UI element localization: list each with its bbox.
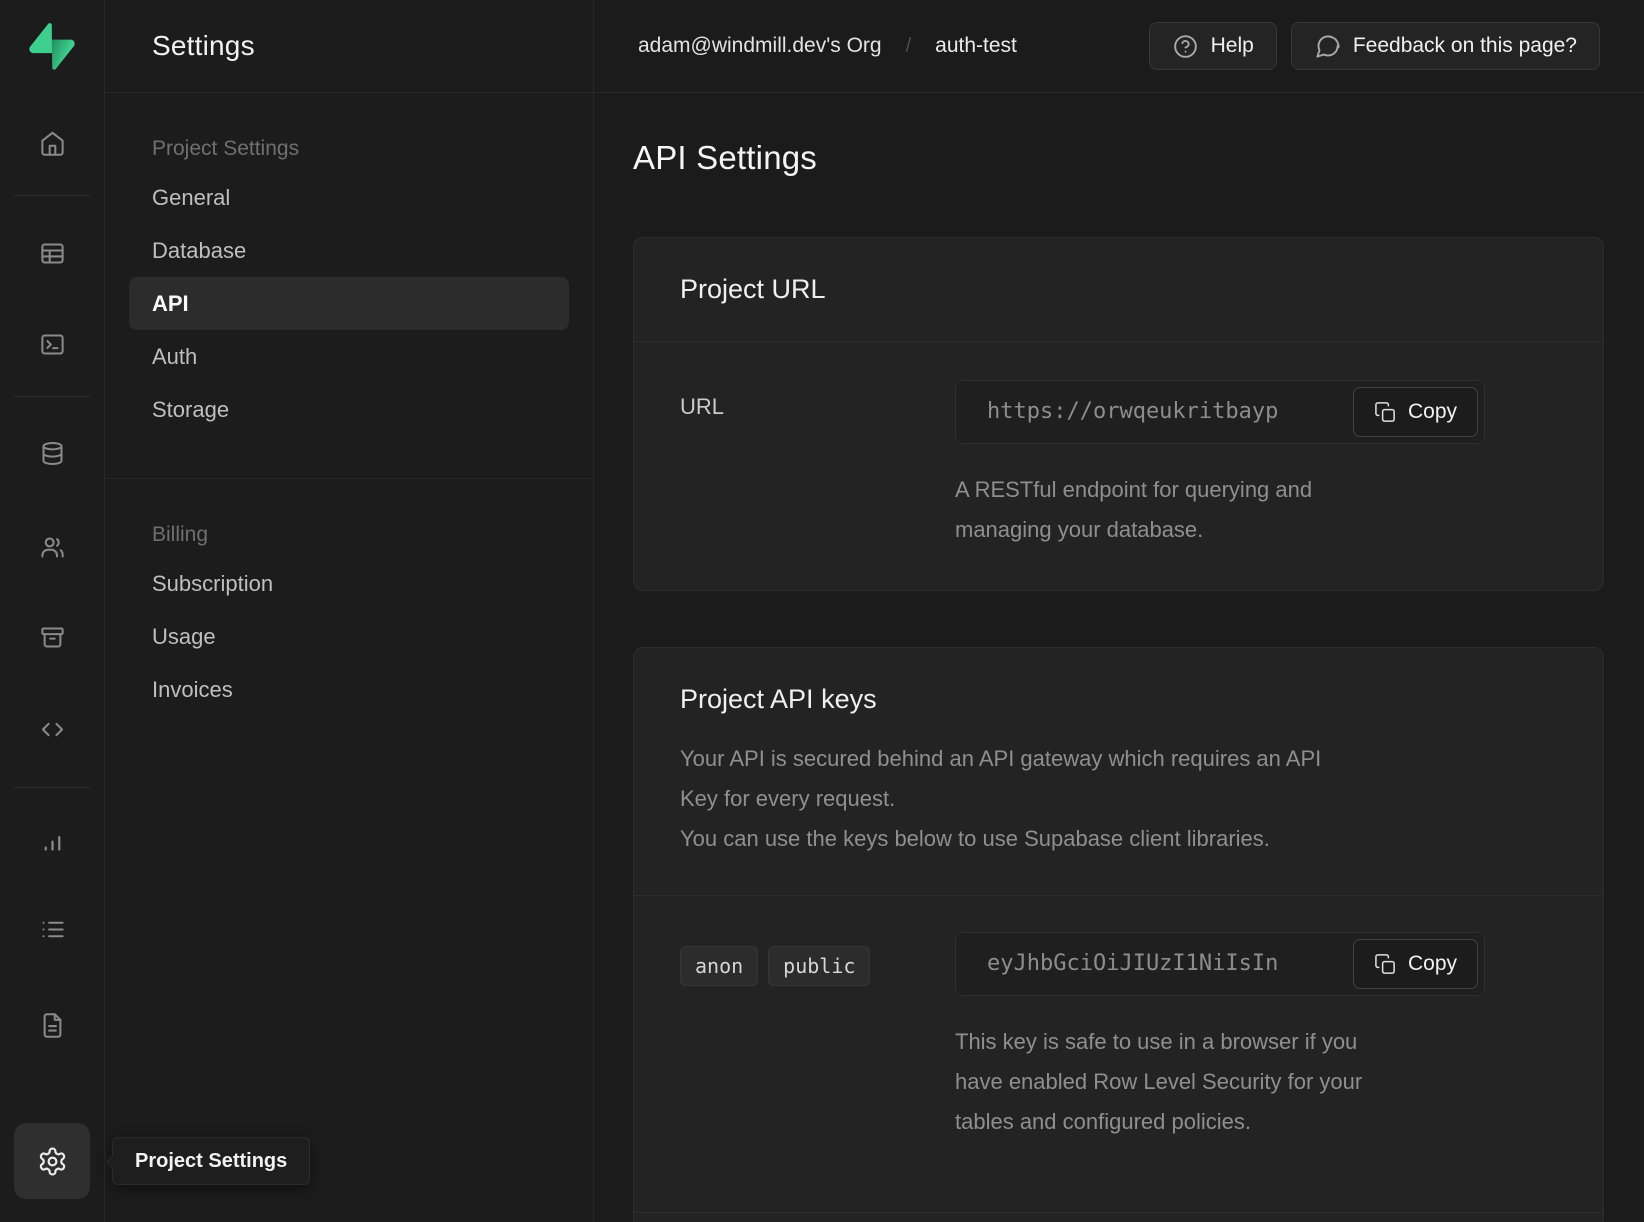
sidebar-divider <box>14 195 90 196</box>
api-keys-card-title: Project API keys <box>680 684 1557 715</box>
supabase-logo[interactable] <box>0 0 104 93</box>
database-icon <box>39 440 66 467</box>
app-window: Project Settings Settings Project Settin… <box>0 0 1644 1222</box>
settings-nav-panel: Settings Project Settings General Databa… <box>105 0 594 1222</box>
nav-item-invoices[interactable]: Invoices <box>129 663 569 716</box>
anon-key-badges: anon public <box>680 946 955 986</box>
sidebar-project-settings-button[interactable] <box>14 1123 90 1199</box>
breadcrumb-org[interactable]: adam@windmill.dev's Org <box>638 34 882 58</box>
copy-url-label: Copy <box>1408 400 1457 424</box>
supabase-logo-icon <box>29 23 75 70</box>
help-circle-icon <box>1172 33 1199 60</box>
next-key-row-stub <box>634 1212 1603 1222</box>
home-icon <box>39 130 66 157</box>
bar-chart-icon <box>39 827 66 854</box>
users-icon <box>39 534 66 561</box>
sidebar-divider <box>14 787 90 788</box>
topbar-actions: Help Feedback on this page? <box>1149 22 1600 70</box>
settings-nav-list: Project Settings General Database API Au… <box>105 93 593 716</box>
nav-item-database[interactable]: Database <box>129 224 569 277</box>
nav-section-header-billing: Billing <box>105 523 593 547</box>
url-label: URL <box>680 394 724 419</box>
help-button-label: Help <box>1211 34 1254 58</box>
nav-item-auth[interactable]: Auth <box>129 330 569 383</box>
url-row: URL https://orwqeukritbayp Copy A RESTfu… <box>634 342 1603 590</box>
project-api-keys-card: Project API keys Your API is secured beh… <box>633 647 1604 1222</box>
archive-box-icon <box>39 624 66 651</box>
project-url-input[interactable]: https://orwqeukritbayp Copy <box>955 380 1485 444</box>
help-button[interactable]: Help <box>1149 22 1277 70</box>
api-keys-card-header: Project API keys Your API is secured beh… <box>634 648 1603 896</box>
feedback-button[interactable]: Feedback on this page? <box>1291 22 1600 70</box>
breadcrumb-separator: / <box>906 35 912 58</box>
anon-key-input[interactable]: eyJhbGciOiJIUzI1NiIsIn Copy <box>955 932 1485 996</box>
project-url-card-title: Project URL <box>680 274 1557 305</box>
sidebar-divider <box>14 396 90 397</box>
copy-anon-key-label: Copy <box>1408 952 1457 976</box>
main-area: adam@windmill.dev's Org / auth-test Help… <box>594 0 1644 1222</box>
sidebar-home-button[interactable] <box>26 119 78 167</box>
terminal-icon <box>39 331 66 358</box>
sidebar-database-button[interactable] <box>26 429 78 477</box>
topbar: adam@windmill.dev's Org / auth-test Help… <box>594 0 1644 93</box>
public-badge: public <box>768 946 870 986</box>
sidebar-table-editor-button[interactable] <box>26 229 78 277</box>
sidebar-api-docs-button[interactable] <box>26 1001 78 1049</box>
project-settings-tooltip: Project Settings <box>112 1137 310 1185</box>
nav-item-api[interactable]: API <box>129 277 569 330</box>
nav-item-subscription[interactable]: Subscription <box>129 557 569 610</box>
settings-panel-title: Settings <box>105 0 593 93</box>
gear-icon <box>37 1146 68 1177</box>
copy-icon <box>1374 953 1397 976</box>
breadcrumb-project[interactable]: auth-test <box>935 34 1017 58</box>
anon-key-description: This key is safe to use in a browser if … <box>955 1022 1557 1142</box>
sidebar-authentication-button[interactable] <box>26 523 78 571</box>
project-url-card: Project URL URL https://orwqeukritbayp C… <box>633 237 1604 591</box>
api-keys-description: Your API is secured behind an API gatewa… <box>680 739 1557 859</box>
sidebar-sql-editor-button[interactable] <box>26 320 78 368</box>
tooltip-label: Project Settings <box>135 1150 287 1173</box>
file-text-icon <box>39 1012 66 1039</box>
nav-item-usage[interactable]: Usage <box>129 610 569 663</box>
feedback-button-label: Feedback on this page? <box>1353 34 1577 58</box>
sidebar-reports-button[interactable] <box>26 816 78 864</box>
page-title: API Settings <box>633 139 1606 177</box>
api-settings-page: API Settings Project URL URL https://orw… <box>594 93 1644 1222</box>
nav-section-header-project-settings: Project Settings <box>105 137 593 161</box>
nav-item-general[interactable]: General <box>129 171 569 224</box>
nav-divider <box>105 478 593 479</box>
url-description: A RESTful endpoint for querying and mana… <box>955 470 1557 550</box>
anon-badge: anon <box>680 946 758 986</box>
breadcrumb: adam@windmill.dev's Org / auth-test <box>638 34 1017 58</box>
icon-sidebar <box>0 0 105 1222</box>
list-icon <box>39 916 66 943</box>
copy-anon-key-button[interactable]: Copy <box>1353 939 1478 989</box>
copy-url-button[interactable]: Copy <box>1353 387 1478 437</box>
table-grid-icon <box>39 240 66 267</box>
speech-bubble-icon <box>1314 33 1341 60</box>
sidebar-logs-button[interactable] <box>26 905 78 953</box>
code-brackets-icon <box>39 716 66 743</box>
copy-icon <box>1374 401 1397 424</box>
project-url-card-header: Project URL <box>634 238 1603 342</box>
sidebar-edge-functions-button[interactable] <box>26 705 78 753</box>
nav-item-storage[interactable]: Storage <box>129 383 569 436</box>
sidebar-storage-button[interactable] <box>26 613 78 661</box>
anon-key-row: anon public eyJhbGciOiJIUzI1NiIsIn Copy <box>634 896 1603 1212</box>
